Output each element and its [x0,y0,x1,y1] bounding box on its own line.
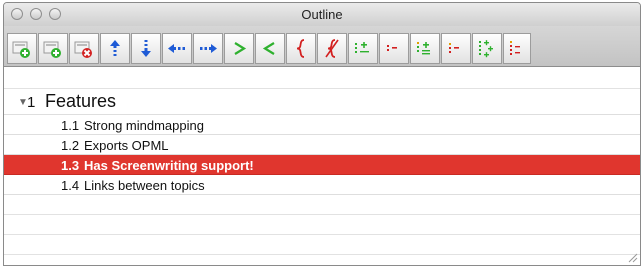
outline-row-root[interactable]: ▼ 1 Features [4,89,640,115]
delete-topic-button[interactable] [69,33,99,64]
resize-grip-icon[interactable] [626,251,638,263]
brace-red-icon [296,39,305,58]
topic-label: Features [45,91,117,111]
window-title: Outline [301,7,343,22]
toolbar [4,26,640,67]
expand-all-icon [479,40,493,58]
add-sibling-topic-button[interactable] [38,33,68,64]
move-down-button[interactable] [131,33,161,64]
topic-number: 1.1 [61,118,80,133]
collapse-one-button[interactable] [379,33,409,64]
outline-window: Outline ▼ 1 Features 1.1 Strong mindmapp… [3,2,641,266]
outline-row-selected[interactable]: 1.3 Has Screenwriting support! [4,155,640,175]
page-x-red-icon [74,41,92,58]
expand-level-button[interactable] [410,33,440,64]
title-bar[interactable]: Outline [4,3,640,26]
arrow-right-blue-icon [200,44,217,53]
move-up-button[interactable] [100,33,130,64]
outline-row-empty [4,235,640,255]
less-than-green-icon [262,42,275,55]
arrow-down-blue-icon [141,40,151,57]
expand-one-button[interactable] [348,33,378,64]
brace-struck-red-icon [325,39,339,58]
collapse-level-button[interactable] [441,33,471,64]
page-plus-green-icon [12,41,30,58]
collapse-all-button[interactable] [503,33,531,64]
expand-plus-icon [355,42,369,53]
topic-label: Strong mindmapping [84,118,204,133]
outline-row[interactable]: 1.2 Exports OPML [4,135,640,155]
outline-row[interactable]: 1.4 Links between topics [4,175,640,195]
expand-all-button[interactable] [472,33,502,64]
topic-number: 1.4 [61,178,80,193]
expand-plus-icon [417,42,430,55]
outline-row-empty [4,69,640,89]
indent-button[interactable] [224,33,254,64]
outline-view[interactable]: ▼ 1 Features 1.1 Strong mindmapping 1.2 … [4,69,640,265]
outline-row[interactable]: 1.1 Strong mindmapping [4,115,640,135]
topic-label: Has Screenwriting support! [84,158,254,173]
outline-row-empty [4,215,640,235]
outline-row-empty [4,195,640,215]
ungroup-button[interactable] [317,33,347,64]
move-left-button[interactable] [162,33,192,64]
move-right-button[interactable] [193,33,223,64]
topic-label: Links between topics [84,178,205,193]
collapse-all-icon [510,41,520,55]
topic-number: 1 [27,94,36,111]
topic-number: 1.3 [61,158,80,173]
group-button[interactable] [286,33,316,64]
outdent-button[interactable] [255,33,285,64]
collapse-minus-icon [387,45,397,51]
arrow-left-blue-icon [168,44,185,53]
page-plus-green-icon [43,41,61,58]
collapse-minus-icon [449,43,459,53]
topic-number: 1.2 [61,138,80,153]
add-child-topic-button[interactable] [7,33,37,64]
greater-than-green-icon [234,42,247,55]
arrow-up-blue-icon [110,40,120,56]
topic-label: Exports OPML [84,138,169,153]
